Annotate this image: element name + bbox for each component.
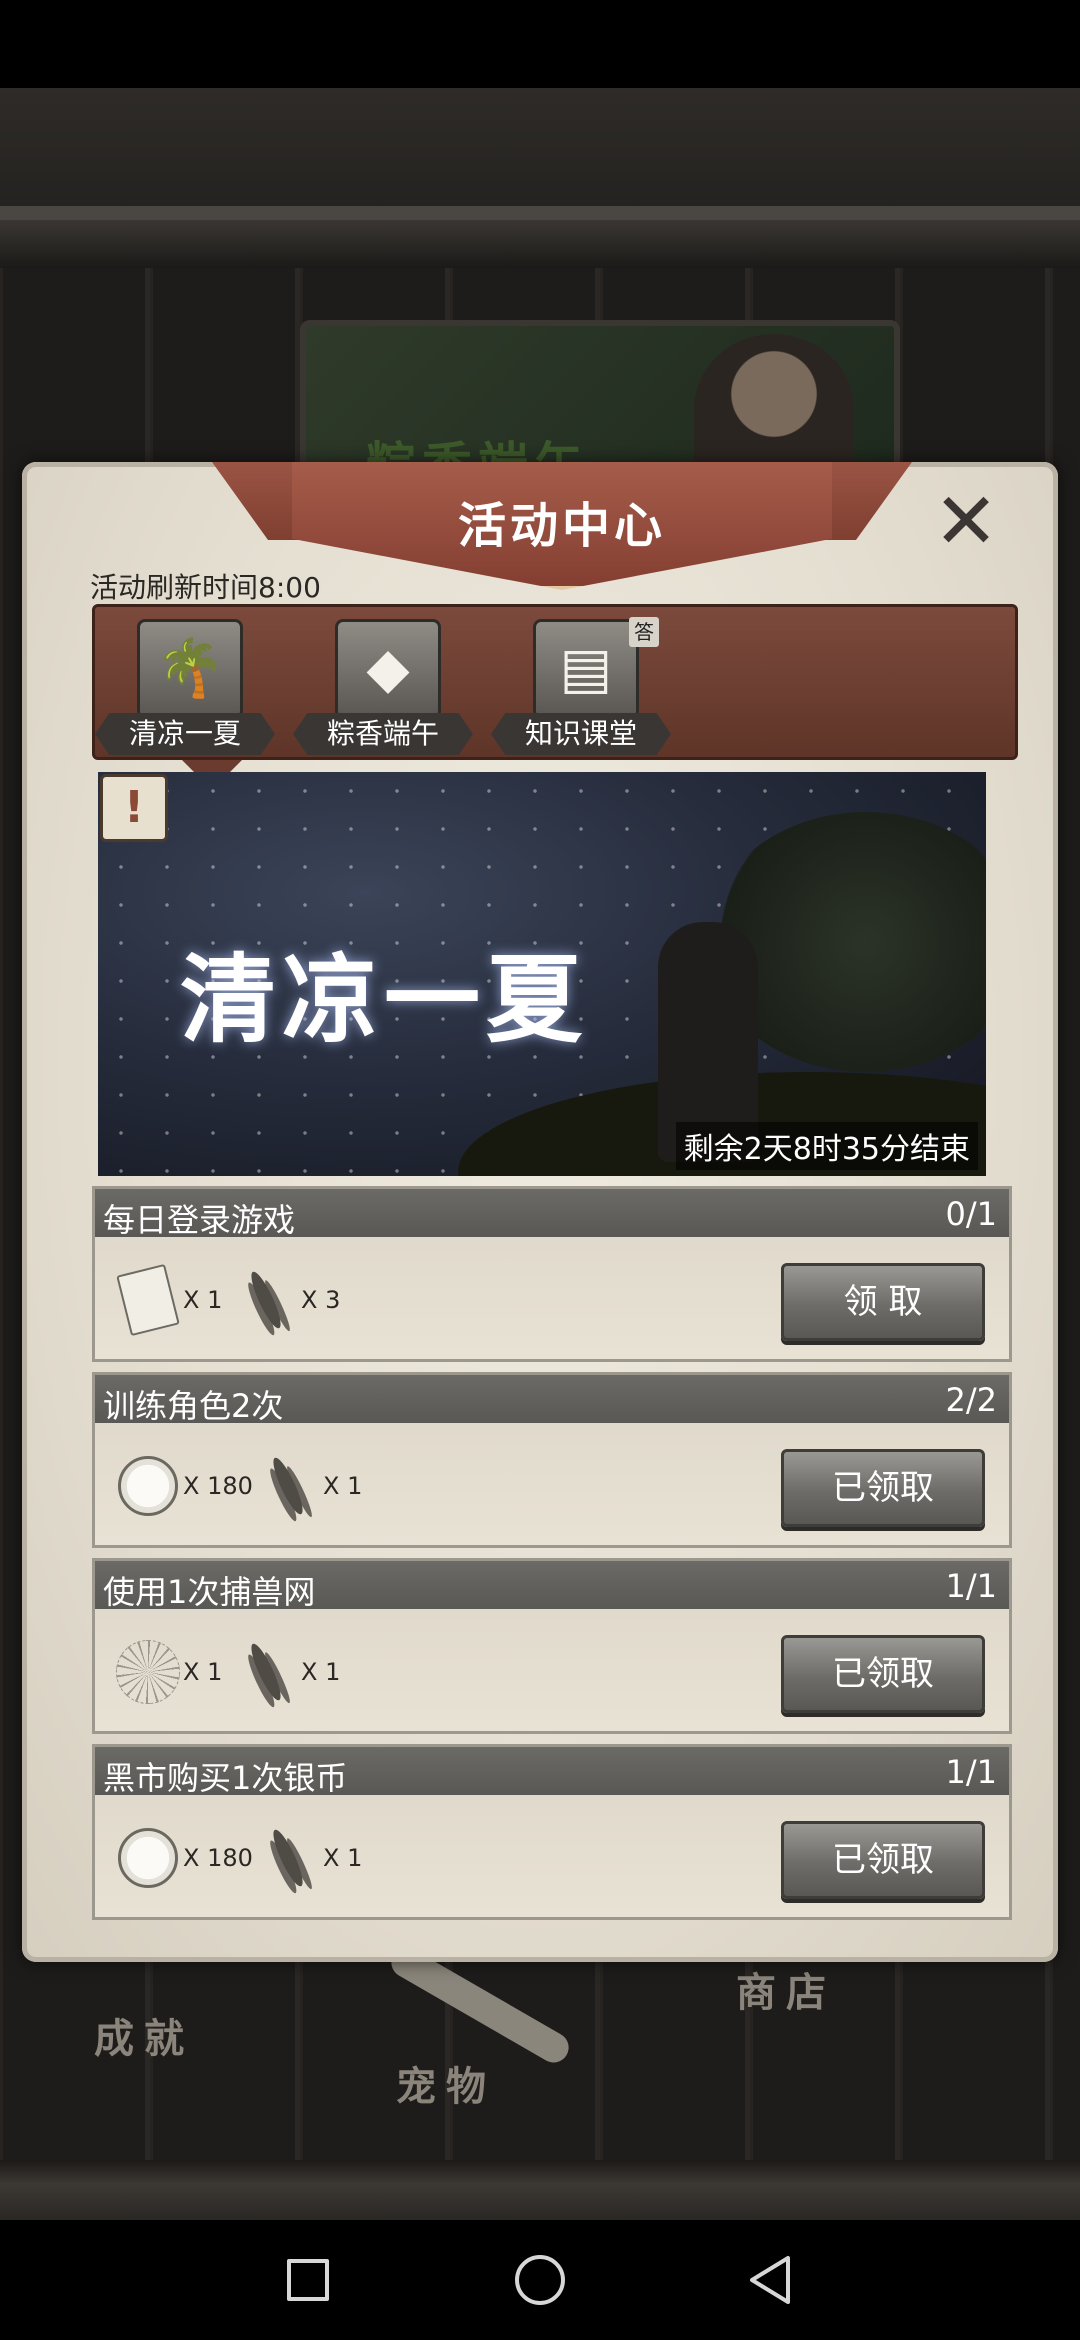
beam-rail [0, 206, 1080, 220]
tab-label: 知识课堂 [491, 713, 671, 755]
dialog-title: 活动中心 [457, 498, 666, 554]
task-title: 每日登录游戏 [103, 1201, 296, 1239]
feather-icon [255, 1453, 321, 1519]
event-banner: 清凉一夏 剩余2天8时35分结束 [98, 772, 986, 1176]
scroll-icon [115, 1263, 181, 1337]
task-progress: 2/2 [945, 1381, 998, 1419]
task-header: 黑市购买1次银币 1/1 [95, 1747, 1009, 1797]
task-item: 每日登录游戏 0/1 X 1 X 3 领 取 [92, 1186, 1012, 1362]
refresh-time-text: 活动刷新时间8:00 [90, 571, 321, 604]
task-item: 训练角色2次 2/2 X 180 X 1 已领取 [92, 1372, 1012, 1548]
reward-item: X 180 [115, 1813, 253, 1903]
achievement-menu-label[interactable]: 成就 [94, 2006, 194, 2064]
task-title: 黑市购买1次银币 [103, 1759, 348, 1797]
claim-button[interactable]: 领 取 [781, 1263, 985, 1341]
net-icon [115, 1639, 181, 1705]
tab-knowledge[interactable]: ▤ 答 知识课堂 [491, 617, 671, 757]
top-wooden-beam [0, 88, 1080, 268]
activity-center-dialog: 活动中心 ✕ 活动刷新时间8:00 🌴 清凉一夏 ◆ 粽香端午 ▤ 答 知识课堂… [22, 462, 1058, 1962]
task-title: 使用1次捕兽网 [103, 1573, 316, 1611]
reward-quantity: X 1 [301, 1658, 341, 1686]
tab-label: 粽香端午 [293, 713, 473, 755]
event-timer: 剩余2天8时35分结束 [675, 1122, 978, 1170]
close-icon[interactable]: ✕ [930, 483, 1002, 561]
palm-tree-icon: 🌴 [137, 619, 243, 719]
tab-dragon-boat[interactable]: ◆ 粽香端午 [293, 617, 473, 757]
reward-quantity: X 1 [183, 1658, 223, 1686]
reward-quantity: X 180 [183, 1844, 253, 1872]
zongzi-icon: ◆ [335, 619, 441, 719]
reward-item: X 1 [115, 1627, 222, 1717]
reward-item: X 1 [255, 1813, 362, 1903]
reward-item: X 1 [115, 1255, 222, 1345]
feather-icon [233, 1639, 299, 1705]
reward-item: X 1 [233, 1627, 340, 1717]
silver-coin-icon [115, 1825, 181, 1891]
feather-icon [233, 1267, 299, 1333]
reward-item: X 180 [115, 1441, 253, 1531]
books-icon: ▤ [533, 619, 639, 719]
task-header: 训练角色2次 2/2 [95, 1375, 1009, 1425]
tab-summer[interactable]: 🌴 清凉一夏 [95, 617, 275, 757]
navigation-bar [0, 2220, 1080, 2340]
reward-quantity: X 1 [183, 1286, 223, 1314]
task-item: 使用1次捕兽网 1/1 X 1 X 1 已领取 [92, 1558, 1012, 1734]
feather-icon [255, 1825, 321, 1891]
reward-item: X 1 [255, 1441, 362, 1531]
reward-quantity: X 1 [323, 1472, 363, 1500]
task-title: 训练角色2次 [103, 1387, 284, 1425]
task-header: 每日登录游戏 0/1 [95, 1189, 1009, 1239]
task-progress: 1/1 [945, 1753, 998, 1791]
task-progress: 0/1 [945, 1195, 998, 1233]
home-icon[interactable] [480, 2220, 600, 2340]
banner-title: 清凉一夏 [180, 944, 588, 1056]
reward-item: X 3 [233, 1255, 340, 1345]
status-bar [0, 0, 1080, 88]
claimed-button[interactable]: 已领取 [781, 1449, 985, 1527]
task-progress: 1/1 [945, 1567, 998, 1605]
recents-icon[interactable] [248, 2220, 368, 2340]
shop-menu-label[interactable]: 商店 [736, 1960, 836, 2018]
reward-quantity: X 1 [323, 1844, 363, 1872]
alert-icon[interactable]: ! [100, 774, 168, 842]
tab-label: 清凉一夏 [95, 713, 275, 755]
activity-tab-strip: 🌴 清凉一夏 ◆ 粽香端午 ▤ 答 知识课堂 [92, 604, 1018, 760]
back-icon[interactable] [710, 2220, 830, 2340]
claimed-button[interactable]: 已领取 [781, 1635, 985, 1713]
pet-menu-label[interactable]: 宠物 [396, 2054, 496, 2112]
claimed-button[interactable]: 已领取 [781, 1821, 985, 1899]
task-header: 使用1次捕兽网 1/1 [95, 1561, 1009, 1611]
bottom-wooden-beam [0, 2160, 1080, 2220]
reward-quantity: X 180 [183, 1472, 253, 1500]
reward-quantity: X 3 [301, 1286, 341, 1314]
quiz-badge: 答 [629, 617, 659, 647]
silver-coin-icon [115, 1453, 181, 1519]
task-item: 黑市购买1次银币 1/1 X 180 X 1 已领取 [92, 1744, 1012, 1920]
